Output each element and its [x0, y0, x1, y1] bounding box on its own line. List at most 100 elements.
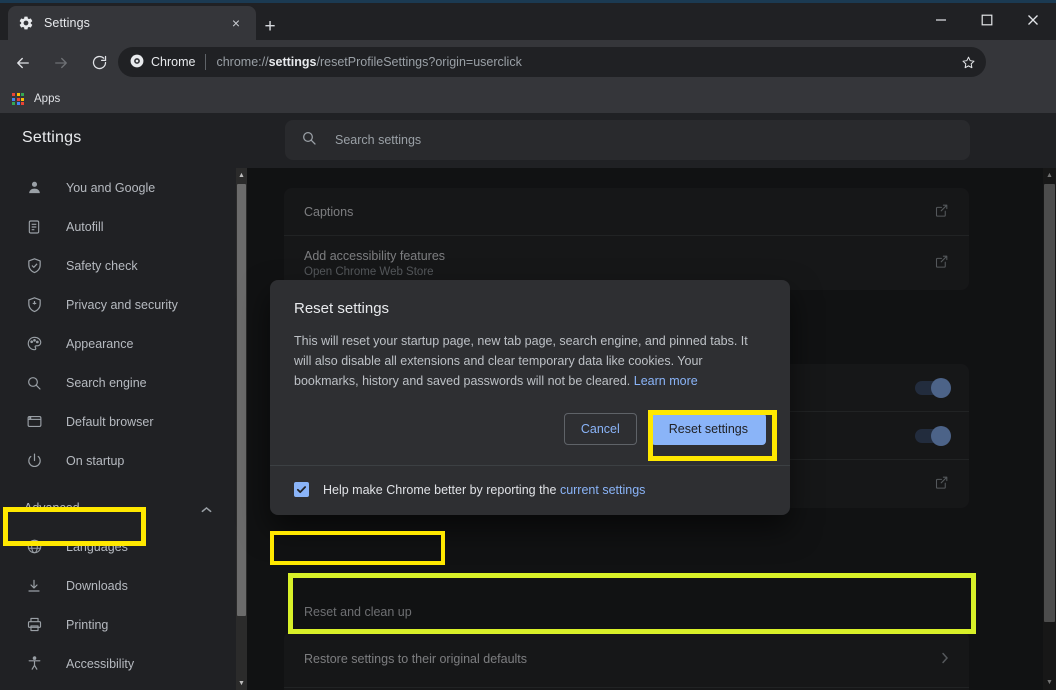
- site-chip-label: Chrome: [151, 55, 196, 69]
- settings-header: Settings Search settings: [0, 113, 1056, 168]
- content-scroll-down-icon[interactable]: ▼: [1043, 675, 1056, 690]
- tab-strip: Settings × +: [0, 0, 1056, 40]
- search-settings-input[interactable]: Search settings: [285, 120, 970, 160]
- sidebar-scroll-up-icon[interactable]: ▲: [236, 168, 247, 182]
- globe-icon: [24, 537, 44, 557]
- row-captions[interactable]: Captions: [284, 188, 969, 236]
- browser-window: Settings × + Chrome chrome://settings/re…: [0, 0, 1056, 690]
- current-settings-link[interactable]: current settings: [560, 483, 645, 497]
- bookmark-star-icon[interactable]: [956, 51, 980, 73]
- url-text: chrome://settings/resetProfileSettings?o…: [216, 55, 978, 69]
- learn-more-link[interactable]: Learn more: [634, 374, 698, 388]
- sidebar-item-label: Printing: [66, 617, 109, 632]
- sidebar-scroll-thumb[interactable]: [237, 184, 246, 616]
- toggle-switch[interactable]: [915, 425, 951, 446]
- toggle-knob: [931, 377, 951, 398]
- omnibox-divider: [205, 54, 207, 70]
- sidebar-item-downloads[interactable]: Downloads: [0, 566, 236, 605]
- clipboard-icon: [24, 217, 44, 237]
- search-icon: [24, 373, 44, 393]
- sidebar-scroll-down-icon[interactable]: ▼: [236, 676, 247, 690]
- power-icon: [24, 451, 44, 471]
- toggle-switch[interactable]: [915, 377, 951, 398]
- shield-icon: [24, 295, 44, 315]
- reload-button[interactable]: [84, 48, 114, 78]
- reset-section-heading: Reset and clean up: [304, 605, 412, 619]
- apps-grid-icon: [12, 93, 26, 105]
- toggle-knob: [931, 425, 951, 446]
- back-button[interactable]: [8, 48, 38, 78]
- row-text-group: Add accessibility features Open Chrome W…: [304, 249, 445, 278]
- sidebar-item-languages[interactable]: Languages: [0, 527, 236, 566]
- maximize-icon[interactable]: [964, 0, 1010, 40]
- address-bar[interactable]: Chrome chrome://settings/resetProfileSet…: [118, 47, 986, 77]
- bookmark-apps[interactable]: Apps: [12, 93, 60, 105]
- url-prefix: chrome://: [216, 55, 269, 69]
- content-scroll-thumb[interactable]: [1044, 184, 1055, 622]
- sidebar-item-advanced[interactable]: Advanced: [0, 488, 236, 527]
- window-controls: [918, 0, 1056, 40]
- window-top-edge: [0, 0, 1056, 3]
- sidebar-scrollbar[interactable]: ▲ ▼: [236, 168, 247, 690]
- dialog-actions: Cancel Reset settings: [270, 391, 790, 465]
- sidebar-item-you-and-google[interactable]: You and Google: [0, 168, 236, 207]
- sidebar-item-label: On startup: [66, 453, 125, 468]
- sidebar-item-search-engine[interactable]: Search engine: [0, 363, 236, 402]
- search-icon: [301, 130, 317, 151]
- accessibility-card: Captions Add accessibility features Open…: [284, 188, 969, 290]
- close-tab-icon[interactable]: ×: [226, 13, 246, 33]
- sidebar-item-label: You and Google: [66, 180, 156, 195]
- external-link-icon[interactable]: [934, 203, 949, 221]
- palette-icon: [24, 334, 44, 354]
- printer-icon: [24, 615, 44, 635]
- content-scrollbar[interactable]: ▲ ▼: [1043, 168, 1056, 690]
- chevron-right-icon[interactable]: [941, 652, 949, 666]
- close-icon[interactable]: [1010, 0, 1056, 40]
- dialog-body: This will reset your startup page, new t…: [270, 317, 790, 391]
- person-icon: [24, 178, 44, 198]
- sidebar-item-label: Appearance: [66, 336, 134, 351]
- reset-settings-button[interactable]: Reset settings: [650, 413, 766, 445]
- reset-settings-dialog: Reset settings This will reset your star…: [270, 280, 790, 515]
- external-link-icon[interactable]: [934, 254, 949, 272]
- sidebar-item-label: Privacy and security: [66, 297, 178, 312]
- sidebar-item-label: Accessibility: [66, 656, 135, 671]
- sidebar-item-label: Default browser: [66, 414, 154, 429]
- reset-and-clean-up-card: Restore settings to their original defau…: [284, 631, 969, 690]
- sidebar-item-autofill[interactable]: Autofill: [0, 207, 236, 246]
- minimize-icon[interactable]: [918, 0, 964, 40]
- sidebar-item-appearance[interactable]: Appearance: [0, 324, 236, 363]
- sidebar-item-privacy-and-security[interactable]: Privacy and security: [0, 285, 236, 324]
- settings-sidebar: You and Google Autofill Safety check Pri…: [0, 168, 236, 690]
- bookmarks-bar: Apps: [0, 85, 1056, 113]
- row-sublabel: Open Chrome Web Store: [304, 265, 434, 278]
- row-label: Restore settings to their original defau…: [304, 652, 528, 666]
- sidebar-item-label: Search engine: [66, 375, 147, 390]
- dialog-title: Reset settings: [294, 300, 390, 317]
- chrome-logo-icon: [130, 54, 144, 71]
- content-scroll-up-icon[interactable]: ▲: [1043, 168, 1056, 183]
- sidebar-item-printing[interactable]: Printing: [0, 605, 236, 644]
- cancel-button[interactable]: Cancel: [563, 413, 637, 445]
- sidebar-item-accessibility[interactable]: Accessibility: [0, 644, 236, 683]
- forward-button[interactable]: [46, 48, 76, 78]
- sidebar-item-on-startup[interactable]: On startup: [0, 441, 236, 480]
- new-tab-button[interactable]: +: [258, 14, 282, 38]
- browser-toolbar: Chrome chrome://settings/resetProfileSet…: [0, 40, 1056, 111]
- sidebar-item-label: Downloads: [66, 578, 128, 593]
- row-label: Add accessibility features: [304, 248, 446, 263]
- report-settings-checkbox[interactable]: [294, 482, 309, 497]
- accessibility-icon: [24, 654, 44, 674]
- browser-tab-settings[interactable]: Settings ×: [8, 6, 256, 40]
- sidebar-item-label: Autofill: [66, 219, 104, 234]
- browser-icon: [24, 412, 44, 432]
- external-link-icon[interactable]: [934, 475, 949, 493]
- row-restore-defaults[interactable]: Restore settings to their original defau…: [284, 631, 969, 688]
- sidebar-item-label: Safety check: [66, 258, 138, 273]
- sidebar-item-default-browser[interactable]: Default browser: [0, 402, 236, 441]
- footer-text: Help make Chrome better by reporting the: [323, 482, 557, 497]
- sidebar-item-safety-check[interactable]: Safety check: [0, 246, 236, 285]
- sidebar-divider: [0, 480, 236, 488]
- download-icon: [24, 576, 44, 596]
- dialog-footer: Help make Chrome better by reporting the…: [270, 465, 790, 515]
